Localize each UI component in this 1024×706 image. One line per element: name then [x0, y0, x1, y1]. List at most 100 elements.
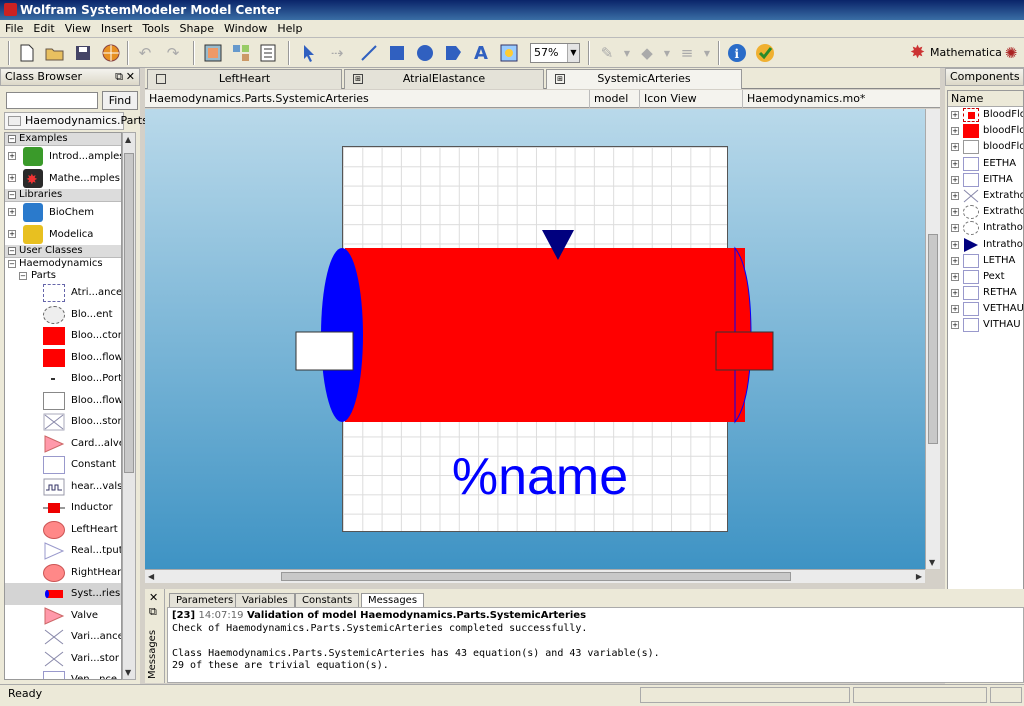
expand-icon[interactable]: +	[951, 289, 959, 298]
canvas-horizontal-scrollbar[interactable]: ◀ ▶	[145, 569, 925, 583]
scroll-down-icon[interactable]: ▼	[929, 558, 935, 567]
collapse-icon[interactable]: −	[8, 247, 16, 255]
expand-icon[interactable]: +	[951, 256, 959, 265]
line-style-icon[interactable]: ≡	[676, 42, 698, 64]
class-item[interactable]: Vari...ance	[5, 626, 121, 648]
examples-section[interactable]: − Examples	[5, 133, 121, 146]
menu-insert[interactable]: Insert	[96, 20, 138, 38]
chevron-down-icon[interactable]: ▼	[567, 44, 579, 62]
component-item[interactable]: + VETHAU	[948, 301, 1023, 317]
column-header-name[interactable]: Name	[948, 91, 1023, 107]
menu-view[interactable]: View	[60, 20, 96, 38]
save-icon[interactable]	[72, 42, 94, 64]
bitmap-tool-icon[interactable]	[498, 42, 520, 64]
undock-icon[interactable]: ⧉	[115, 69, 123, 85]
messages-output[interactable]: [23] 14:07:19 Validation of model Haemod…	[167, 607, 1024, 683]
component-name-label[interactable]: %name	[452, 448, 628, 506]
tab-leftheart[interactable]: LeftHeart	[147, 69, 342, 89]
class-item[interactable]: Bloo...stor	[5, 411, 121, 433]
globe-icon[interactable]	[100, 42, 122, 64]
class-item[interactable]: Card...alve	[5, 433, 121, 455]
component-item[interactable]: + EITHA	[948, 172, 1023, 188]
tree-item-haemodynamics[interactable]: − Haemodynamics	[5, 258, 121, 270]
collapse-icon[interactable]: −	[8, 135, 16, 143]
component-item[interactable]: + VITHAU	[948, 317, 1023, 333]
collapse-icon[interactable]: −	[19, 272, 27, 280]
polygon-tool-icon[interactable]	[442, 42, 464, 64]
find-button[interactable]: Find	[102, 91, 138, 110]
zoom-select[interactable]: 57% ▼	[530, 43, 580, 63]
scroll-thumb[interactable]	[928, 234, 938, 444]
class-item[interactable]: Real...tput	[5, 540, 121, 562]
scroll-right-icon[interactable]: ▶	[916, 572, 922, 581]
scroll-down-icon[interactable]: ▼	[125, 668, 131, 677]
icon-view-icon[interactable]	[230, 42, 252, 64]
tree-item-examples-intro[interactable]: + Introd...amples	[5, 146, 121, 168]
expand-icon[interactable]: +	[951, 159, 959, 168]
component-item[interactable]: + RETHA	[948, 285, 1023, 301]
outlet-port[interactable]	[715, 331, 774, 371]
diagram-canvas[interactable]: %name	[145, 109, 925, 569]
undock-icon[interactable]: ⧉	[149, 605, 157, 619]
expand-icon[interactable]: +	[951, 175, 959, 184]
expand-icon[interactable]: +	[951, 127, 959, 136]
mathematica-link-label[interactable]: Mathematica	[930, 46, 1002, 59]
pointer-tool-icon[interactable]	[298, 42, 320, 64]
menu-help[interactable]: Help	[272, 20, 307, 38]
class-item[interactable]: Bloo...Port	[5, 368, 121, 390]
expand-icon[interactable]: +	[951, 143, 959, 152]
component-item[interactable]: + Extrathor	[948, 204, 1023, 220]
component-item[interactable]: + Pext	[948, 269, 1023, 285]
class-item[interactable]: Ven...nce	[5, 669, 121, 679]
class-item[interactable]: Atri...ance	[5, 282, 121, 304]
text-tool-icon[interactable]: A	[470, 42, 492, 64]
menu-shape[interactable]: Shape	[175, 20, 219, 38]
menu-file[interactable]: File	[0, 20, 28, 38]
class-item[interactable]: Blo...ent	[5, 304, 121, 326]
menu-tools[interactable]: Tools	[137, 20, 174, 38]
expand-icon[interactable]: +	[951, 191, 959, 200]
close-icon[interactable]: ✕	[149, 591, 158, 604]
fill-color-icon[interactable]: ◆	[636, 42, 658, 64]
component-item[interactable]: + EETHA	[948, 156, 1023, 172]
component-item[interactable]: + bloodFlow	[948, 123, 1023, 139]
wolfram-spikey-icon[interactable]: ✺	[1000, 42, 1022, 64]
close-icon[interactable]: ✕	[126, 69, 135, 85]
component-item[interactable]: + BloodFlow	[948, 107, 1023, 123]
class-item[interactable]: Valve	[5, 605, 121, 627]
expand-icon[interactable]: +	[951, 272, 959, 281]
expand-icon[interactable]: +	[951, 208, 959, 217]
scroll-left-icon[interactable]: ◀	[148, 572, 154, 581]
component-item[interactable]: + bloodFlow	[948, 139, 1023, 155]
tree-item-biochem[interactable]: + BioChem	[5, 202, 121, 224]
new-file-icon[interactable]	[16, 42, 38, 64]
check-model-icon[interactable]	[754, 42, 776, 64]
chevron-down-icon[interactable]: ▼	[616, 42, 638, 64]
line-color-icon[interactable]: ✎	[596, 42, 618, 64]
vessel-body-rect[interactable]	[345, 248, 745, 422]
user-classes-section[interactable]: − User Classes	[5, 245, 121, 258]
class-item[interactable]: Bloo...flow	[5, 390, 121, 412]
class-item[interactable]: Constant	[5, 454, 121, 476]
component-item[interactable]: + Intrathora	[948, 220, 1023, 236]
chevron-down-icon[interactable]: ▼	[656, 42, 678, 64]
scroll-up-icon[interactable]: ▲	[125, 135, 131, 144]
expand-icon[interactable]: +	[951, 240, 959, 249]
class-item-selected[interactable]: Syst...ries	[5, 583, 121, 605]
expand-icon[interactable]: +	[951, 224, 959, 233]
expand-icon[interactable]: +	[8, 208, 16, 216]
class-item[interactable]: Bloo...flow	[5, 347, 121, 369]
tree-item-parts[interactable]: − Parts	[5, 270, 121, 282]
canvas-vertical-scrollbar[interactable]: ▼	[925, 109, 940, 569]
class-tree-scrollbar[interactable]: ▲ ▼	[122, 132, 136, 680]
inlet-port[interactable]	[295, 331, 354, 371]
text-view-icon[interactable]	[257, 42, 279, 64]
component-item[interactable]: + Extrathor	[948, 188, 1023, 204]
component-item[interactable]: + LETHA	[948, 253, 1023, 269]
view-mode[interactable]: Icon View	[640, 90, 743, 108]
chevron-down-icon[interactable]: ▼	[696, 42, 718, 64]
expand-icon[interactable]: +	[951, 321, 959, 330]
class-item[interactable]: Inductor	[5, 497, 121, 519]
expand-icon[interactable]: +	[8, 152, 16, 160]
component-item[interactable]: + Intrathora	[948, 237, 1023, 253]
